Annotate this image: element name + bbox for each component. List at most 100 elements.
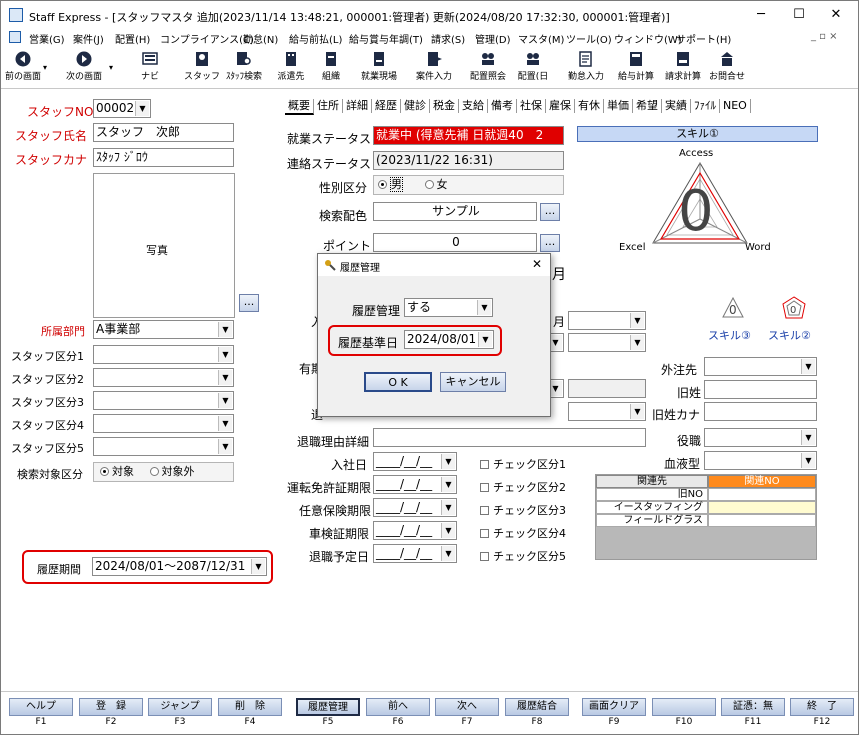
tab-health[interactable]: 健診 bbox=[401, 99, 430, 113]
staff-no-select[interactable]: 000022 ▼ bbox=[93, 99, 151, 118]
attendance-input-button[interactable]: 勤怠入力 bbox=[563, 49, 609, 87]
check-cat3[interactable]: チェック区分3 bbox=[480, 502, 566, 518]
old-name-input[interactable] bbox=[704, 380, 817, 399]
staff-cat1-select[interactable]: ▼ bbox=[93, 345, 234, 364]
month-select-2[interactable]: ▼ bbox=[568, 333, 646, 352]
prev-dropdown-icon[interactable]: ▾ bbox=[43, 63, 47, 72]
month-select-1[interactable]: ▼ bbox=[568, 311, 646, 330]
partial-select-b[interactable]: ▼ bbox=[550, 379, 564, 398]
check-cat2[interactable]: チェック区分2 bbox=[480, 479, 566, 495]
outsource-select[interactable]: ▼ bbox=[704, 357, 817, 376]
menu-sales[interactable]: 営業(G) bbox=[29, 31, 65, 46]
tab-address[interactable]: 住所 bbox=[314, 99, 343, 113]
tab-payment[interactable]: 支給 bbox=[459, 99, 488, 113]
skill2-mini-icon[interactable]: 0 bbox=[781, 296, 807, 320]
dialog-cancel-button[interactable]: キャンセル bbox=[440, 372, 506, 392]
staff-cat4-select[interactable]: ▼ bbox=[93, 414, 234, 433]
menu-assign[interactable]: 配置(H) bbox=[115, 31, 150, 46]
mdi-controls-icon[interactable]: _ ▫ × bbox=[811, 31, 838, 42]
related-row-2-value[interactable] bbox=[708, 501, 816, 514]
partial-select-a[interactable]: ▼ bbox=[550, 333, 564, 352]
f3-jump-button[interactable]: ジャンプ bbox=[148, 698, 212, 716]
skill2-label[interactable]: スキル② bbox=[768, 327, 811, 343]
month-select-3[interactable]: ▼ bbox=[568, 402, 646, 421]
menu-admin[interactable]: 管理(D) bbox=[475, 31, 511, 46]
menu-payroll[interactable]: 給与賞与年調(T) bbox=[349, 31, 423, 46]
tab-unit-price[interactable]: 単価 bbox=[604, 99, 633, 113]
retire-plan-select[interactable]: ____/__/__ ▼ bbox=[373, 544, 457, 563]
payroll-button[interactable]: 給与計算 bbox=[615, 49, 657, 87]
f4-delete-button[interactable]: 削 除 bbox=[218, 698, 282, 716]
f1-help-button[interactable]: ヘルプ bbox=[9, 698, 73, 716]
assign-view-button[interactable]: 配置照会 bbox=[465, 49, 511, 87]
retire-reason-input[interactable] bbox=[373, 428, 646, 447]
menu-billing[interactable]: 請求(S) bbox=[431, 31, 465, 46]
billing-button[interactable]: 請求計算 bbox=[661, 49, 705, 87]
skill3-mini-icon[interactable]: 0 bbox=[721, 296, 745, 320]
tab-results[interactable]: 実績 bbox=[662, 99, 691, 113]
tab-social-ins[interactable]: 社保 bbox=[517, 99, 546, 113]
related-row-3-value[interactable] bbox=[708, 514, 816, 527]
role-select[interactable]: ▼ bbox=[704, 428, 817, 447]
menu-attendance[interactable]: 勤怠(N) bbox=[243, 31, 278, 46]
dept-select[interactable]: A事業部 ▼ bbox=[93, 320, 234, 339]
menu-case[interactable]: 案件(J) bbox=[73, 31, 104, 46]
next-screen-button[interactable]: 次の画面 bbox=[61, 49, 107, 87]
tab-career[interactable]: 経歴 bbox=[372, 99, 401, 113]
f8-merge-button[interactable]: 履歴結合 bbox=[505, 698, 569, 716]
menu-master[interactable]: マスタ(M) bbox=[518, 31, 564, 46]
staff-cat2-select[interactable]: ▼ bbox=[93, 368, 234, 387]
menu-compliance[interactable]: コンプライアンス(C) bbox=[160, 31, 254, 46]
tab-neo[interactable]: NEO bbox=[720, 99, 751, 113]
related-row-1-value[interactable] bbox=[708, 488, 816, 501]
prev-screen-button[interactable]: 前の画面 bbox=[3, 49, 43, 87]
staff-kana-input[interactable]: ｽﾀｯﾌ ｼﾞﾛｳ bbox=[93, 148, 234, 167]
f7-next-button[interactable]: 次へ bbox=[435, 698, 499, 716]
search-target-on[interactable]: 対象 bbox=[100, 465, 134, 478]
photo-browse-button[interactable]: ... bbox=[239, 294, 259, 312]
tab-wish[interactable]: 希望 bbox=[633, 99, 662, 113]
old-kana-input[interactable] bbox=[704, 402, 817, 421]
assign-day-button[interactable]: 配置(日 bbox=[513, 49, 553, 87]
worksite-button[interactable]: 就業現場 bbox=[357, 49, 401, 87]
staff-cat5-select[interactable]: ▼ bbox=[93, 437, 234, 456]
tab-tax[interactable]: 税金 bbox=[430, 99, 459, 113]
hire-date-select[interactable]: ____/__/__ ▼ bbox=[373, 452, 457, 471]
tab-employment-ins[interactable]: 雇保 bbox=[546, 99, 575, 113]
search-color-button[interactable]: ... bbox=[540, 203, 560, 221]
menu-support[interactable]: サポート(H) bbox=[676, 31, 731, 46]
search-target-off[interactable]: 対象外 bbox=[149, 465, 195, 478]
dialog-date-select[interactable]: 2024/08/01 ▼ bbox=[404, 330, 494, 349]
history-period-select[interactable]: 2024/08/01～2087/12/31 ▼ bbox=[92, 557, 267, 576]
menu-tools[interactable]: ツール(O) bbox=[566, 31, 612, 46]
f2-register-button[interactable]: 登 録 bbox=[79, 698, 143, 716]
check-cat4[interactable]: チェック区分4 bbox=[480, 525, 566, 541]
dialog-close-icon[interactable]: ✕ bbox=[532, 257, 542, 271]
point-button[interactable]: ... bbox=[540, 234, 560, 252]
f11-evidence-button[interactable]: 証憑：無 bbox=[721, 698, 785, 716]
navi-button[interactable]: ナビ bbox=[133, 49, 167, 87]
tab-notes[interactable]: 備考 bbox=[488, 99, 517, 113]
maximize-button[interactable]: ☐ bbox=[784, 5, 814, 25]
close-button[interactable]: ✕ bbox=[821, 5, 851, 25]
menu-window[interactable]: ウィンドウ(W) bbox=[614, 31, 682, 46]
dialog-ok-button[interactable]: O K bbox=[364, 372, 432, 392]
f9-clear-button[interactable]: 画面クリア bbox=[582, 698, 646, 716]
license-expiry-select[interactable]: ____/__/__ ▼ bbox=[373, 475, 457, 494]
staff-cat3-select[interactable]: ▼ bbox=[93, 391, 234, 410]
check-cat1[interactable]: チェック区分1 bbox=[480, 456, 566, 472]
f10-button[interactable] bbox=[652, 698, 716, 716]
dispatch-button[interactable]: 派遣先 bbox=[273, 49, 309, 87]
gender-male-radio[interactable]: 男 bbox=[378, 177, 403, 192]
staff-name-input[interactable]: スタッフ 次郎 bbox=[93, 123, 234, 142]
insurance-expiry-select[interactable]: ____/__/__ ▼ bbox=[373, 498, 457, 517]
inquiry-button[interactable]: お問合せ bbox=[707, 49, 747, 87]
tab-paid-leave[interactable]: 有休 bbox=[575, 99, 604, 113]
menu-advance[interactable]: 給与前払(L) bbox=[289, 31, 342, 46]
tab-detail[interactable]: 詳細 bbox=[343, 99, 372, 113]
photo-box[interactable]: 写真 bbox=[93, 173, 235, 318]
dialog-mgmt-select[interactable]: する ▼ bbox=[404, 298, 493, 317]
inspection-expiry-select[interactable]: ____/__/__ ▼ bbox=[373, 521, 457, 540]
gender-female-radio[interactable]: 女 bbox=[424, 178, 448, 191]
next-dropdown-icon[interactable]: ▾ bbox=[109, 63, 113, 72]
